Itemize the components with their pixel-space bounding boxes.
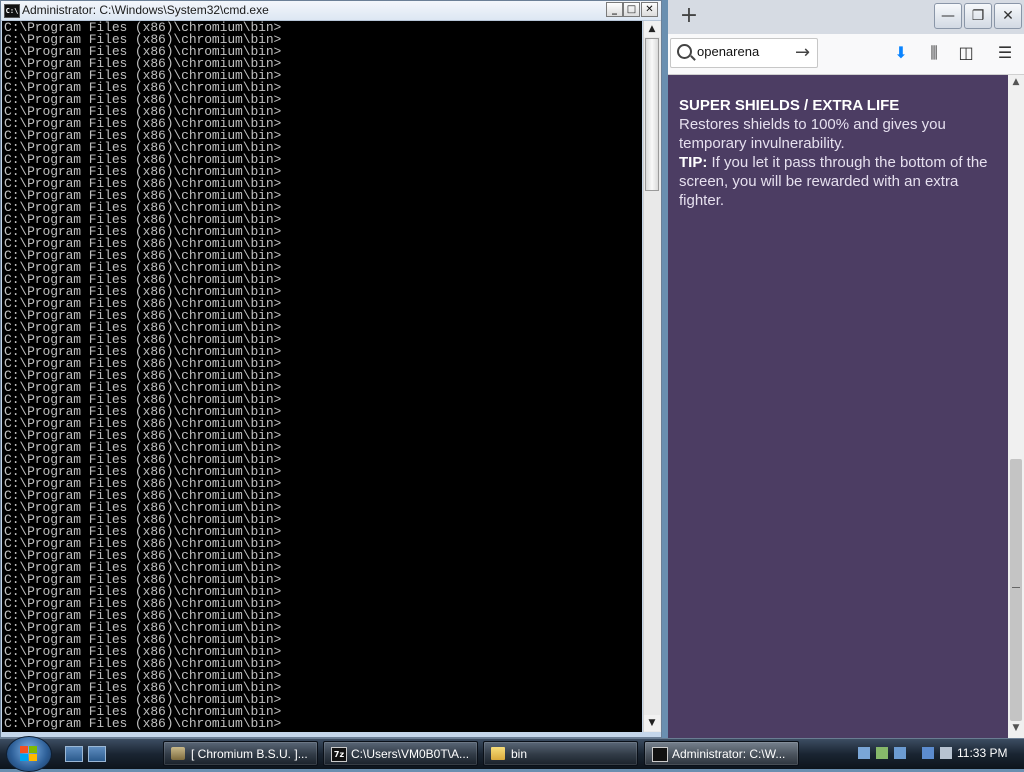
page-scroll-thumb[interactable] <box>1010 459 1022 721</box>
sidebar-icon[interactable]: ◫ <box>955 42 977 64</box>
firefox-minimize-button[interactable]: — <box>934 3 962 29</box>
cmd-scroll-up-button[interactable]: ▲ <box>644 21 660 37</box>
cmd-output: C:\Program Files (x86)\chromium\bin> C:\… <box>4 21 282 731</box>
task-chromium-bsu[interactable]: [ Chromium B.S.U. ]... <box>163 741 318 766</box>
task-label: [ Chromium B.S.U. ]... <box>191 747 308 761</box>
cmd-scroll-down-button[interactable]: ▼ <box>644 715 660 731</box>
firefox-restore-button[interactable]: ❐ <box>964 3 992 29</box>
cmd-close-button[interactable]: ✕ <box>641 2 658 17</box>
cmd-title-bar[interactable]: C:\ Administrator: C:\Windows\System32\c… <box>1 1 661 21</box>
show-desktop-icon[interactable] <box>65 746 83 762</box>
taskbar: [ Chromium B.S.U. ]... 7z C:\Users\VM0B0… <box>0 736 1024 772</box>
cmd-maximize-button[interactable]: □ <box>623 2 640 17</box>
tray-app-icon[interactable] <box>876 747 888 759</box>
page-scroll-down-button[interactable]: ▼ <box>1008 723 1024 733</box>
task-7zip[interactable]: 7z C:\Users\VM0B0T\A... <box>323 741 478 766</box>
tip-text: If you let it pass through the bottom of… <box>679 154 988 209</box>
download-icon[interactable]: ⬇ <box>890 42 912 64</box>
cmd-scroll-thumb[interactable] <box>645 38 659 191</box>
windows-logo-icon <box>20 746 38 762</box>
tray-network-drive-icon[interactable] <box>858 747 870 759</box>
clock[interactable]: 11:33 PM <box>957 746 1007 760</box>
search-icon <box>677 44 692 59</box>
firefox-tab-bar: + — ❐ ✕ <box>668 0 1024 34</box>
tip-label: TIP: <box>679 154 708 171</box>
game-icon <box>171 747 185 760</box>
cmd-icon: C:\ <box>4 4 20 18</box>
tray-volume-muted-icon[interactable] <box>940 747 952 759</box>
page-scroll-up-button[interactable]: ▲ <box>1008 77 1024 87</box>
cmd-window: C:\ Administrator: C:\Windows\System32\c… <box>0 0 662 738</box>
start-button[interactable] <box>6 736 52 772</box>
menu-icon[interactable]: ☰ <box>994 42 1016 64</box>
search-input[interactable] <box>697 44 787 59</box>
powerup-description: SUPER SHIELDS / EXTRA LIFE Restores shie… <box>679 96 1001 210</box>
new-tab-button[interactable]: + <box>676 4 702 28</box>
page-scrollbar[interactable]: ▲ ▼ <box>1008 75 1024 738</box>
powerup-heading: SUPER SHIELDS / EXTRA LIFE <box>679 97 900 114</box>
scroll-grip-mark <box>1012 587 1020 588</box>
folder-icon <box>491 747 505 760</box>
cmd-title: Administrator: C:\Windows\System32\cmd.e… <box>22 3 269 17</box>
7zip-icon: 7z <box>331 747 347 762</box>
library-icon[interactable]: ⫼ <box>923 42 945 64</box>
switch-windows-icon[interactable] <box>88 746 106 762</box>
cmd-scrollbar[interactable]: ▲ ▼ <box>643 21 661 732</box>
firefox-window: + — ❐ ✕ → ⬇ ⫼ ◫ ☰ SUPER SHIELDS / EXTRA … <box>668 0 1024 738</box>
powerup-desc: Restores shields to 100% and gives you t… <box>679 116 946 152</box>
search-box[interactable]: → <box>670 38 818 68</box>
page-content: SUPER SHIELDS / EXTRA LIFE Restores shie… <box>668 75 1008 738</box>
task-label: Administrator: C:\W... <box>672 747 786 761</box>
firefox-close-button[interactable]: ✕ <box>994 3 1022 29</box>
task-label: C:\Users\VM0B0T\A... <box>351 747 470 761</box>
tray-network-icon[interactable] <box>922 747 934 759</box>
cmd-console[interactable]: C:\Program Files (x86)\chromium\bin> C:\… <box>2 21 642 732</box>
task-bin-folder[interactable]: bin <box>483 741 638 766</box>
cmd-icon <box>652 747 668 762</box>
go-arrow-icon[interactable]: → <box>795 42 810 63</box>
task-label: bin <box>511 747 528 761</box>
cmd-minimize-button[interactable]: _ <box>606 2 623 17</box>
firefox-toolbar: → ⬇ ⫼ ◫ ☰ <box>668 34 1024 75</box>
tray-windows-update-icon[interactable] <box>894 747 906 759</box>
task-cmd[interactable]: Administrator: C:\W... <box>644 741 799 766</box>
